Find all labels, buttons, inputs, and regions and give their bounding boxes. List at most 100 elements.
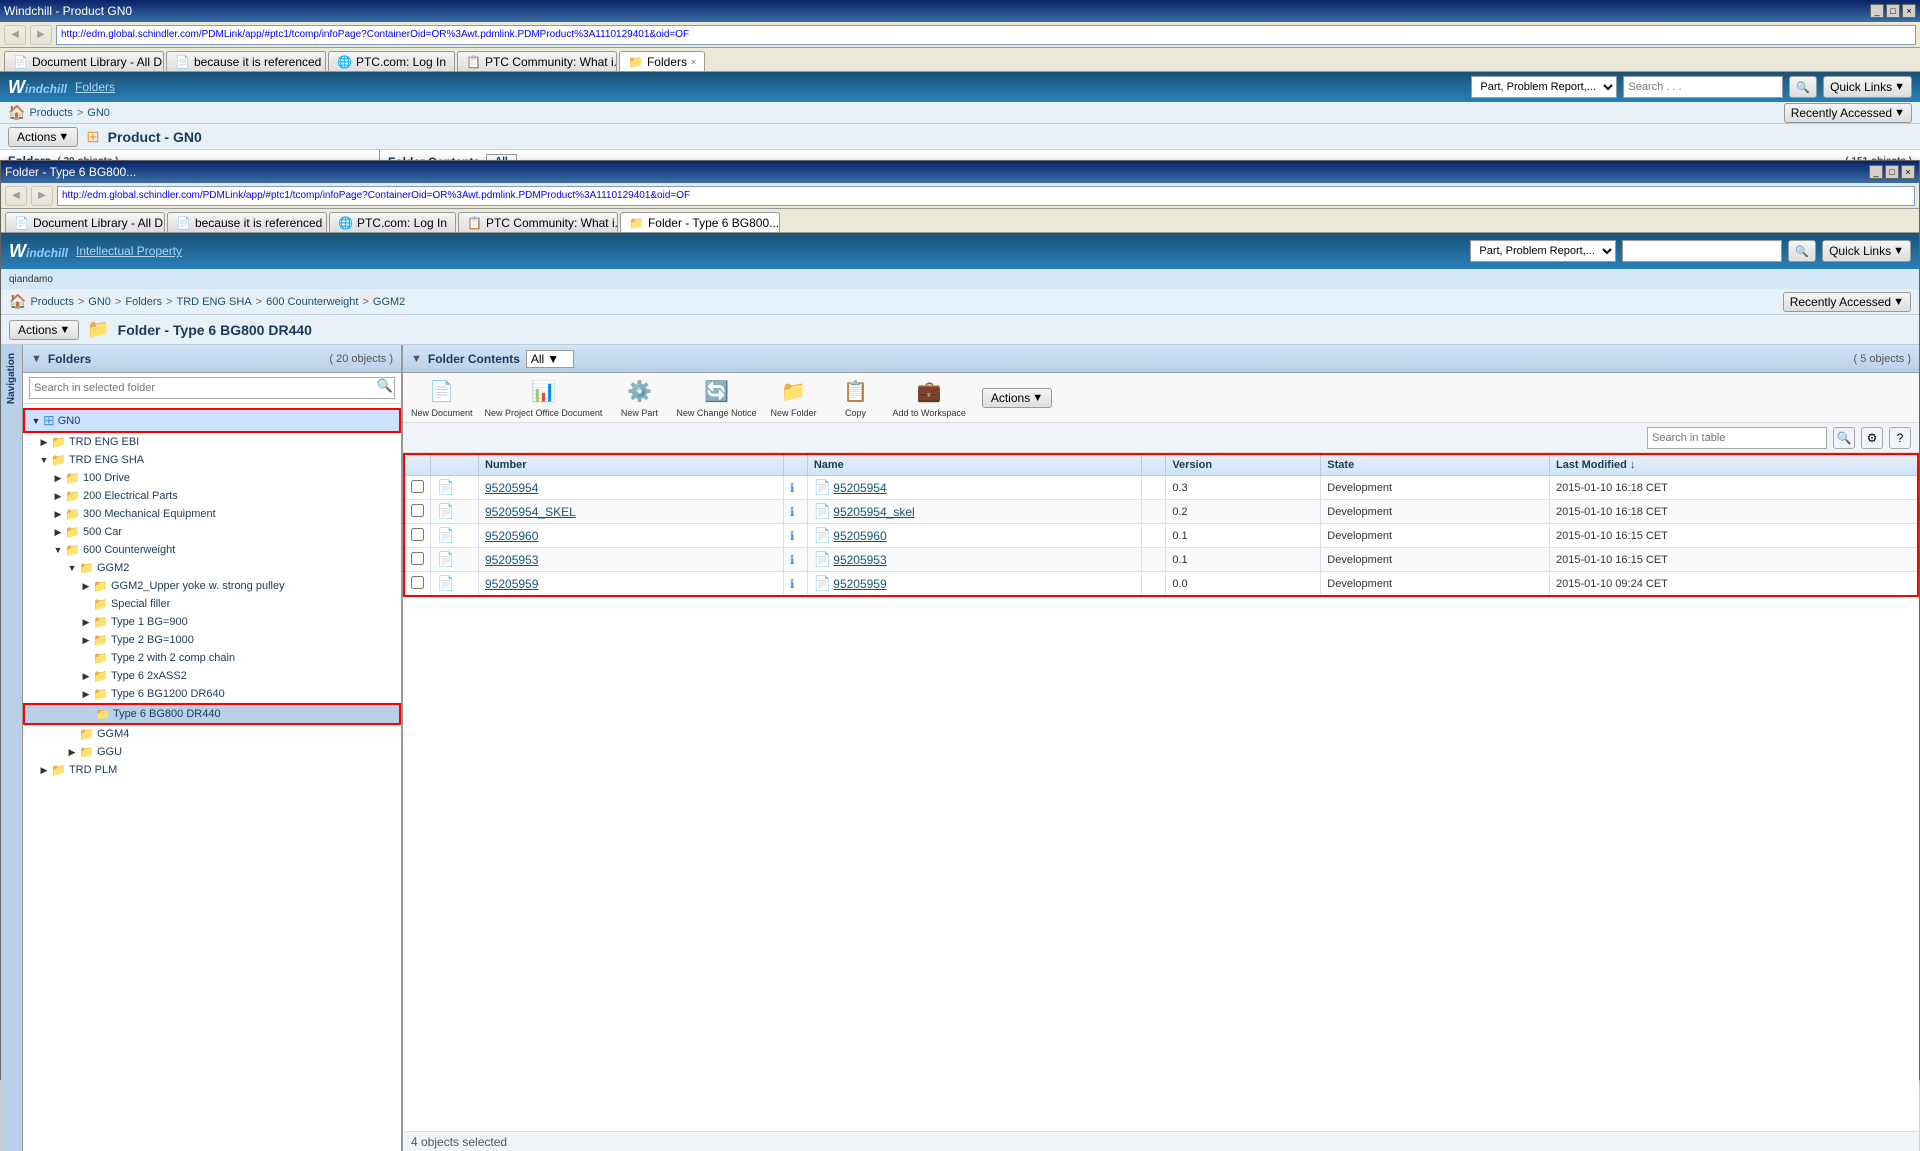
tab-referenced-1[interactable]: 📄 because it is referenced ... (166, 51, 326, 71)
row5-check[interactable] (404, 572, 431, 597)
search-btn-2[interactable]: 🔍 (1788, 240, 1816, 262)
tree-item-300-mech[interactable]: ▶ 📁 300 Mechanical Equipment (23, 505, 401, 523)
col-name[interactable]: Name (807, 454, 1141, 476)
quicklinks-btn-1[interactable]: Quick Links ▼ (1823, 76, 1912, 98)
toggle-300-mech[interactable]: ▶ (51, 507, 65, 521)
breadcrumb-gn0-2[interactable]: GN0 (88, 296, 111, 308)
toolbar-new-document[interactable]: 📄 New Document (411, 378, 473, 418)
toggle-trd-sha[interactable]: ▼ (37, 453, 51, 467)
breadcrumb-trd-eng-sha[interactable]: TRD ENG SHA (176, 296, 251, 308)
tree-item-special-filler[interactable]: ▶ 📁 Special filler (23, 595, 401, 613)
toggle-600-counter[interactable]: ▼ (51, 543, 65, 557)
table-search-btn[interactable]: 🔍 (1833, 427, 1855, 449)
toggle-ggm2[interactable]: ▼ (65, 561, 79, 575)
tree-item-type6-bg800[interactable]: ▶ 📁 Type 6 BG800 DR440 (23, 703, 401, 725)
row1-check[interactable] (404, 476, 431, 500)
tree-item-trd-ebi[interactable]: ▶ 📁 TRD ENG EBI (23, 433, 401, 451)
breadcrumb-folders[interactable]: Folders (125, 296, 162, 308)
table-settings-btn[interactable]: ⚙ (1861, 427, 1883, 449)
checkbox-row4[interactable] (411, 552, 424, 565)
tree-item-100-drive[interactable]: ▶ 📁 100 Drive (23, 469, 401, 487)
row4-check[interactable] (404, 548, 431, 572)
row1-name-link[interactable]: 95205954 (833, 481, 886, 495)
row3-info-icon[interactable]: ℹ (790, 529, 795, 543)
row3-number-link[interactable]: 95205960 (485, 529, 538, 543)
toggle-500-car[interactable]: ▶ (51, 525, 65, 539)
tree-item-600-counter[interactable]: ▼ 📁 600 Counterweight (23, 541, 401, 559)
row2-name-link[interactable]: 95205954_skel (833, 505, 914, 519)
toggle-trd-ebi[interactable]: ▶ (37, 435, 51, 449)
toggle-100-drive[interactable]: ▶ (51, 471, 65, 485)
toggle-type6-2xass2[interactable]: ▶ (79, 669, 93, 683)
breadcrumb-ggm2[interactable]: GGM2 (373, 296, 405, 308)
breadcrumb-600[interactable]: 600 Counterweight (266, 296, 358, 308)
recently-accessed-btn-2[interactable]: Recently Accessed ▼ (1783, 292, 1911, 312)
checkbox-row1[interactable] (411, 480, 424, 493)
maximize-btn-1[interactable]: □ (1886, 4, 1900, 18)
row4-number-link[interactable]: 95205953 (485, 553, 538, 567)
row2-info-icon[interactable]: ℹ (790, 505, 795, 519)
forward-btn-2[interactable]: ▶ (31, 186, 53, 206)
close-btn-1[interactable]: × (1902, 4, 1916, 18)
tree-item-trd-sha[interactable]: ▼ 📁 TRD ENG SHA (23, 451, 401, 469)
col-modified[interactable]: Last Modified ↓ (1549, 454, 1918, 476)
search-input-1[interactable] (1623, 76, 1783, 98)
tree-item-ggm2-upper[interactable]: ▶ 📁 GGM2_Upper yoke w. strong pulley (23, 577, 401, 595)
toolbar-new-folder[interactable]: 📁 New Folder (768, 378, 818, 418)
tree-item-type2-chain[interactable]: ▶ 📁 Type 2 with 2 comp chain (23, 649, 401, 667)
forward-btn-1[interactable]: ▶ (30, 25, 52, 45)
toggle-ggu[interactable]: ▶ (65, 745, 79, 759)
row1-info-icon[interactable]: ℹ (790, 481, 795, 495)
back-btn-1[interactable]: ◀ (4, 25, 26, 45)
tree-item-500-car[interactable]: ▶ 📁 500 Car (23, 523, 401, 541)
content-actions-btn[interactable]: Actions ▼ (982, 388, 1052, 408)
tab-doc-lib-2[interactable]: 📄 Document Library - All D... (5, 212, 165, 232)
checkbox-row3[interactable] (411, 528, 424, 541)
row2-number-link[interactable]: 95205954_SKEL (485, 505, 576, 519)
breadcrumb-products-2[interactable]: Products (30, 296, 73, 308)
col-version[interactable]: Version (1166, 454, 1321, 476)
row3-check[interactable] (404, 524, 431, 548)
tree-item-gn0[interactable]: ▼ ⊞ GN0 (23, 408, 401, 433)
folders-collapse-icon[interactable]: ▼ (31, 353, 42, 365)
recently-accessed-btn-1[interactable]: Recently Accessed ▼ (1784, 103, 1912, 123)
toggle-gn0[interactable]: ▼ (29, 414, 43, 428)
tree-item-type2-1000[interactable]: ▶ 📁 Type 2 BG=1000 (23, 631, 401, 649)
toggle-ggm2-upper[interactable]: ▶ (79, 579, 93, 593)
row5-number-link[interactable]: 95205959 (485, 577, 538, 591)
actions-btn-1[interactable]: Actions ▼ (8, 127, 78, 147)
tree-item-trd-plm[interactable]: ▶ 📁 TRD PLM (23, 761, 401, 779)
folder-tree[interactable]: ▼ ⊞ GN0 ▶ 📁 TRD ENG EBI ▼ 📁 TRD ENG SHA (23, 404, 401, 1151)
minimize-btn-1[interactable]: _ (1870, 4, 1884, 18)
toggle-200-elec[interactable]: ▶ (51, 489, 65, 503)
search-in-folder-btn[interactable]: 🔍 (377, 378, 393, 394)
col-number[interactable]: Number (479, 454, 784, 476)
toggle-trd-plm[interactable]: ▶ (37, 763, 51, 777)
nav-label[interactable]: Navigation (4, 349, 19, 408)
col-state[interactable]: State (1321, 454, 1550, 476)
tab-community-1[interactable]: 📋 PTC Community: What i... (457, 51, 617, 71)
address-bar-2[interactable]: http://edm.global.schindler.com/PDMLink/… (57, 186, 1915, 206)
tree-item-type6-2xass2[interactable]: ▶ 📁 Type 6 2xASS2 (23, 667, 401, 685)
toggle-type1[interactable]: ▶ (79, 615, 93, 629)
wc-ip-link-2[interactable]: Intellectual Property (76, 244, 182, 258)
toolbar-copy[interactable]: 📋 Copy (830, 378, 880, 418)
tab-ptc-login-1[interactable]: 🌐 PTC.com: Log In (328, 51, 455, 71)
table-search-input[interactable] (1647, 427, 1827, 449)
toggle-type2-1000[interactable]: ▶ (79, 633, 93, 647)
tree-item-ggm2[interactable]: ▼ 📁 GGM2 (23, 559, 401, 577)
toolbar-new-change[interactable]: 🔄 New Change Notice (676, 378, 756, 418)
tree-item-200-elec[interactable]: ▶ 📁 200 Electrical Parts (23, 487, 401, 505)
row5-info-icon[interactable]: ℹ (790, 577, 795, 591)
tab-ptc-login-2[interactable]: 🌐 PTC.com: Log In (329, 212, 456, 232)
toggle-type6-bg1200[interactable]: ▶ (79, 687, 93, 701)
tree-item-type1[interactable]: ▶ 📁 Type 1 BG=900 (23, 613, 401, 631)
filter-dropdown-2[interactable]: All ▼ (526, 350, 574, 368)
checkbox-row5[interactable] (411, 576, 424, 589)
row2-check[interactable] (404, 500, 431, 524)
tree-item-type6-bg1200[interactable]: ▶ 📁 Type 6 BG1200 DR640 (23, 685, 401, 703)
tree-item-ggm4[interactable]: ▶ 📁 GGM4 (23, 725, 401, 743)
address-bar-1[interactable]: http://edm.global.schindler.com/PDMLink/… (56, 25, 1916, 45)
actions-btn-2[interactable]: Actions ▼ (9, 320, 79, 340)
tab-close-1[interactable]: × (691, 57, 696, 67)
